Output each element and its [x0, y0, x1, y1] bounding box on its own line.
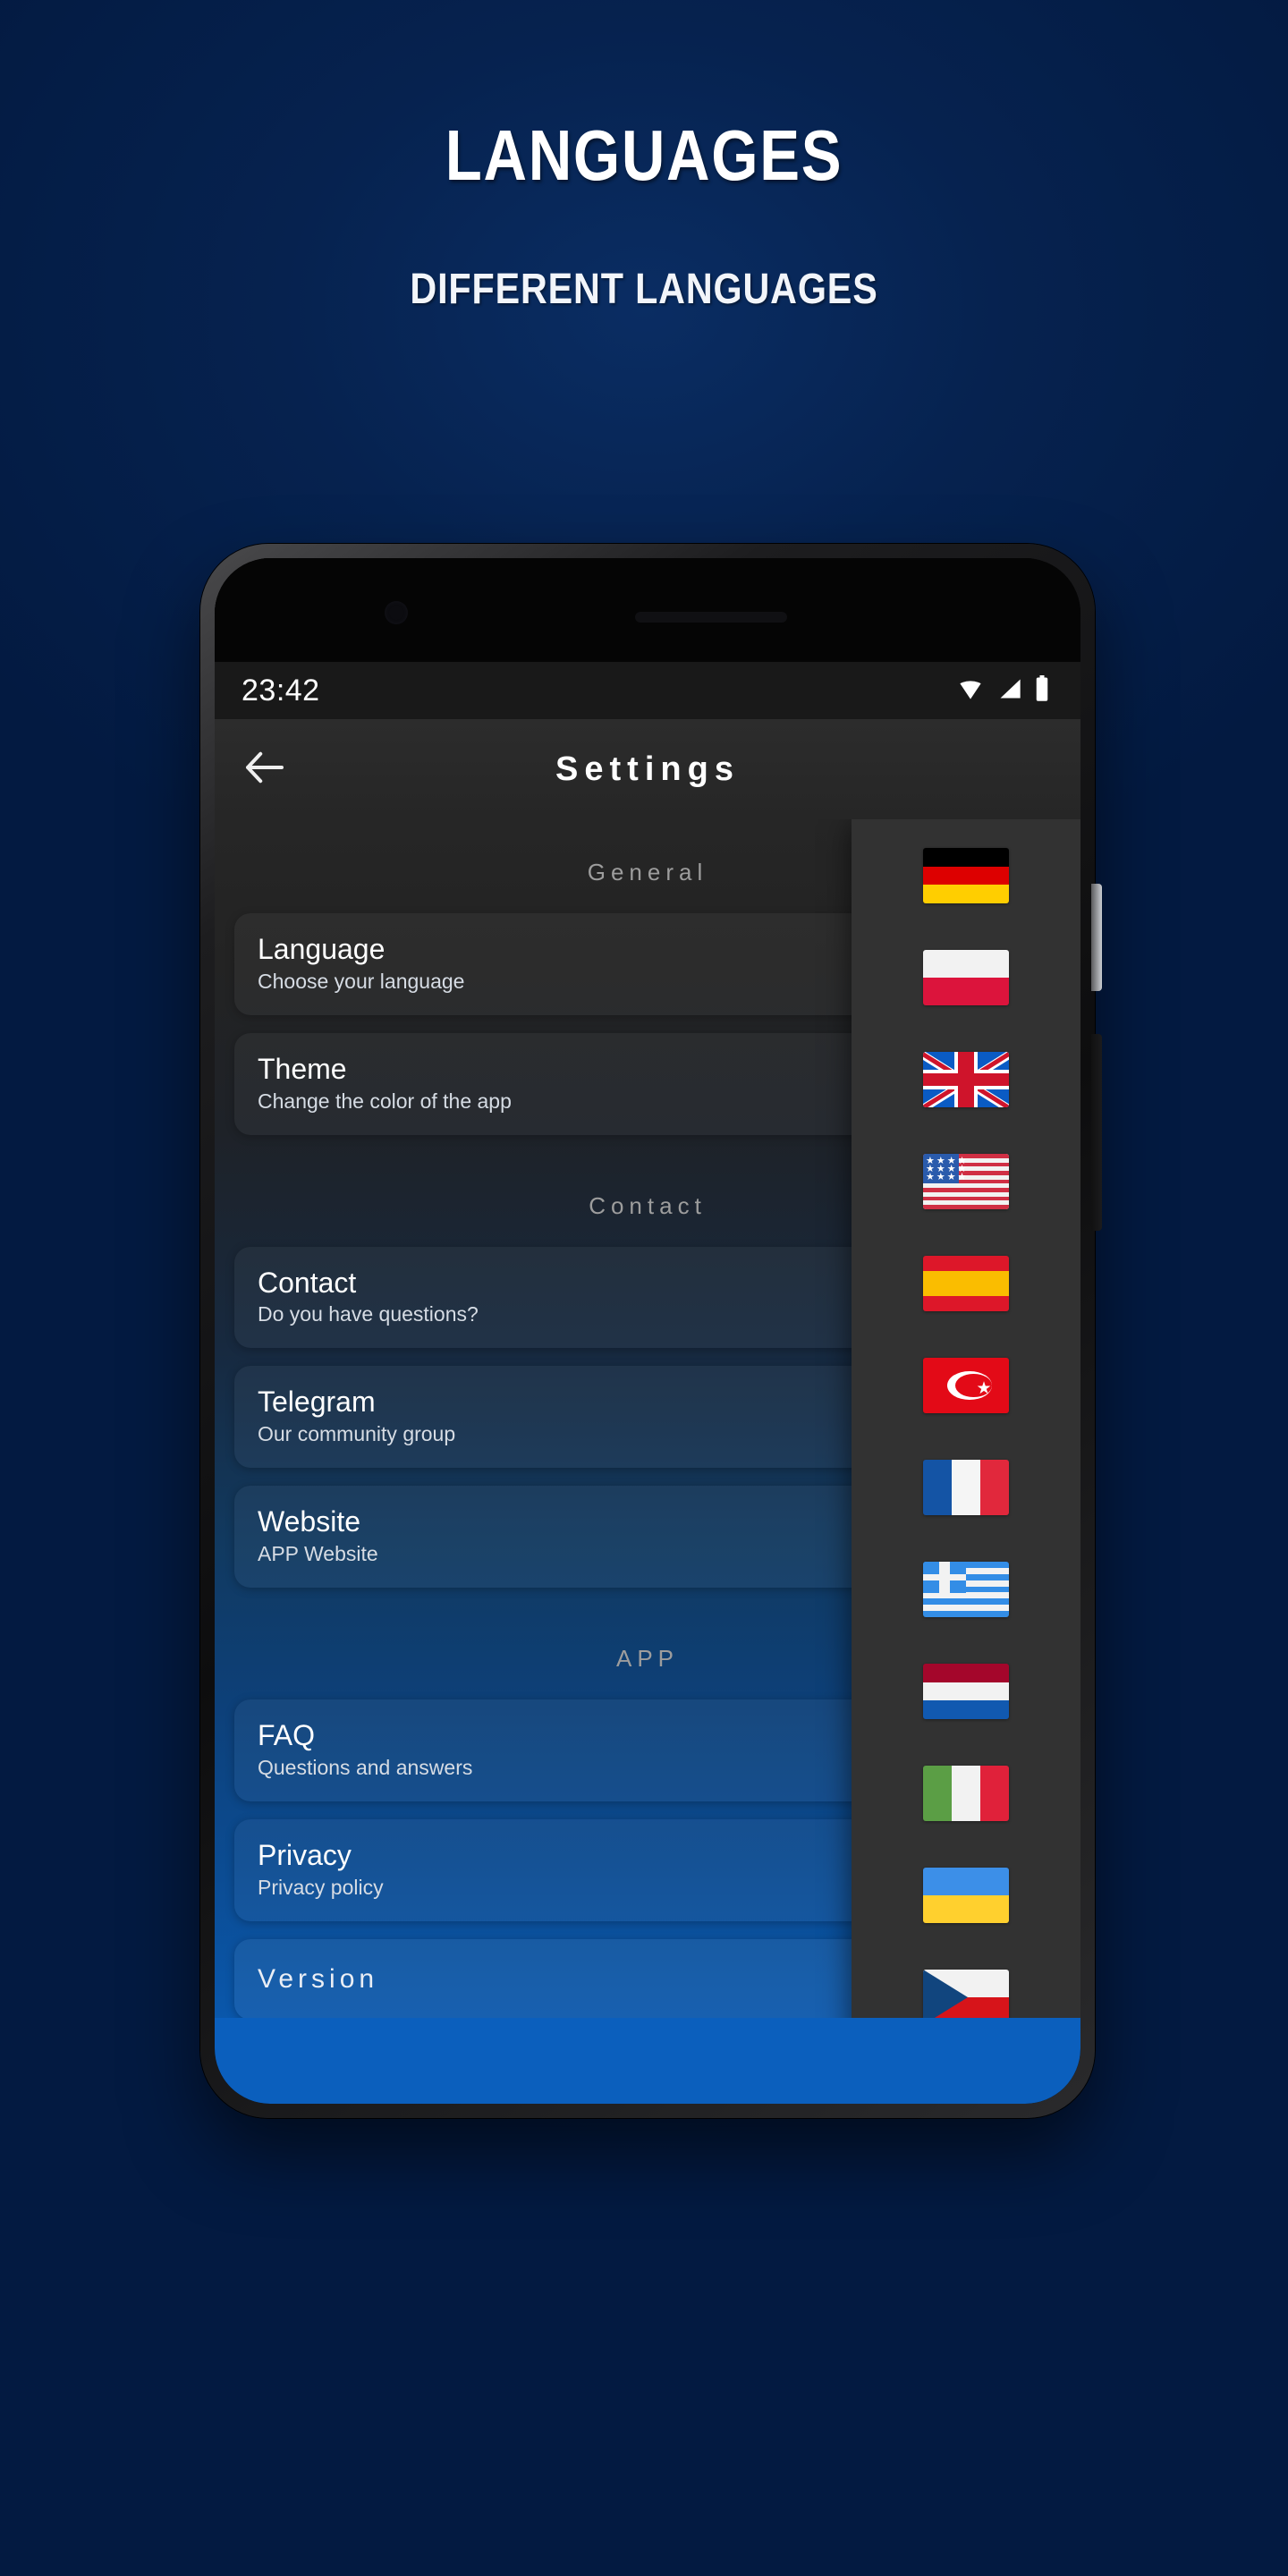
wifi-icon — [955, 676, 986, 706]
greece-flag[interactable] — [923, 1562, 1009, 1617]
signal-icon — [996, 676, 1023, 706]
earpiece-speaker — [635, 612, 787, 623]
italy-flag[interactable] — [923, 1766, 1009, 1821]
united-states-flag[interactable]: ★★★★ ★★★★ ★★★★ — [923, 1154, 1009, 1209]
phone-bezel: 23:42 Settings General Language Choose y… — [215, 558, 1080, 2104]
united-kingdom-flag[interactable] — [923, 1052, 1009, 1107]
status-bar: 23:42 — [215, 662, 1080, 719]
page-title: Settings — [555, 750, 740, 788]
status-bar-icons — [955, 674, 1050, 707]
spain-flag[interactable] — [923, 1256, 1009, 1311]
volume-button[interactable] — [1091, 884, 1102, 991]
germany-flag[interactable] — [923, 848, 1009, 903]
language-dropdown-menu[interactable]: ★★★★ ★★★★ ★★★★ ★ — [852, 819, 1080, 2018]
turkey-flag[interactable]: ★ — [923, 1358, 1009, 1413]
promo-subtitle: DIFFERENT LANGUAGES — [410, 266, 878, 313]
notch-area — [215, 558, 1080, 662]
version-label: Version — [258, 1963, 379, 1994]
status-bar-time: 23:42 — [242, 673, 320, 708]
ukraine-flag[interactable] — [923, 1868, 1009, 1923]
phone-mockup: 23:42 Settings General Language Choose y… — [200, 544, 1102, 2118]
battery-icon — [1034, 674, 1050, 707]
promo-title: LANGUAGES — [445, 115, 843, 195]
france-flag[interactable] — [923, 1460, 1009, 1515]
app-bar: Settings — [215, 719, 1080, 819]
settings-list[interactable]: General Language Choose your language Theme… — [215, 819, 1080, 2018]
power-button[interactable] — [1091, 1034, 1102, 1231]
czech-republic-flag[interactable] — [923, 1970, 1009, 2018]
navigation-gesture-area — [215, 2018, 1080, 2104]
netherlands-flag[interactable] — [923, 1664, 1009, 1719]
poland-flag[interactable] — [923, 950, 1009, 1005]
phone-screen: 23:42 Settings General Language Choose y… — [215, 558, 1080, 2104]
front-camera-icon — [385, 601, 408, 624]
